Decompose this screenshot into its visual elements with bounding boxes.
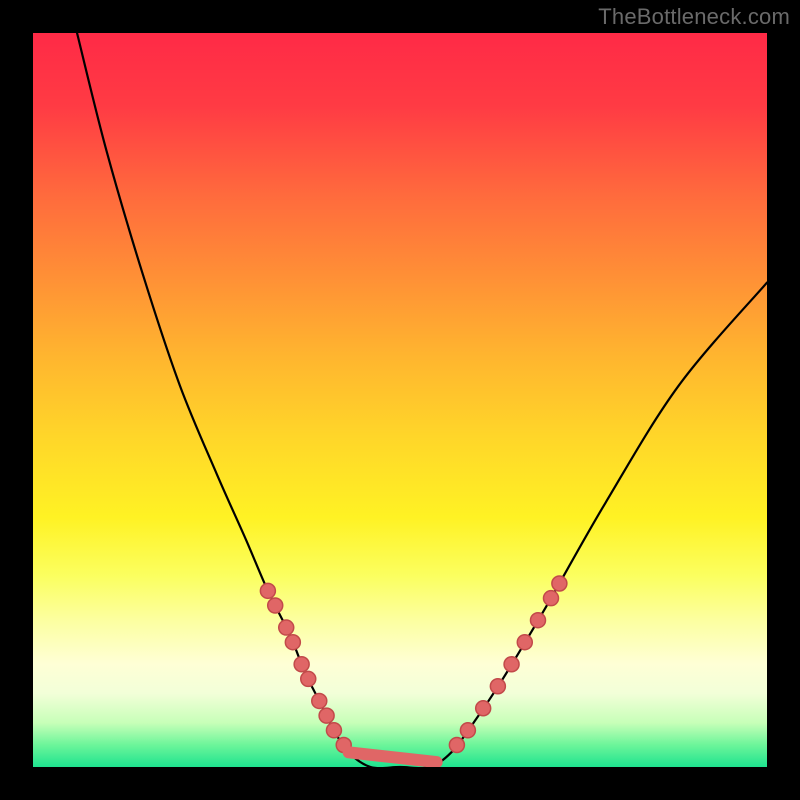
highlight-dot [294, 657, 309, 672]
curve-svg [33, 33, 767, 767]
bottom-flat-highlight [349, 752, 437, 762]
highlight-dot [449, 737, 464, 752]
highlight-dot [517, 635, 532, 650]
bottleneck-curve [77, 33, 767, 767]
highlight-dot [285, 635, 300, 650]
highlight-dot [301, 671, 316, 686]
plot-area [33, 33, 767, 767]
highlight-dot [460, 723, 475, 738]
highlight-dot [490, 679, 505, 694]
highlight-dot [543, 591, 558, 606]
highlight-dot [530, 613, 545, 628]
highlight-dot [312, 693, 327, 708]
chart-container: TheBottleneck.com [0, 0, 800, 800]
highlight-dot [279, 620, 294, 635]
highlight-dot [504, 657, 519, 672]
highlight-dot [268, 598, 283, 613]
highlight-dot [326, 723, 341, 738]
highlight-dot [319, 708, 334, 723]
watermark-text: TheBottleneck.com [598, 4, 790, 30]
highlight-dots [260, 576, 567, 752]
highlight-dot [260, 583, 275, 598]
highlight-dot [552, 576, 567, 591]
highlight-dot [476, 701, 491, 716]
